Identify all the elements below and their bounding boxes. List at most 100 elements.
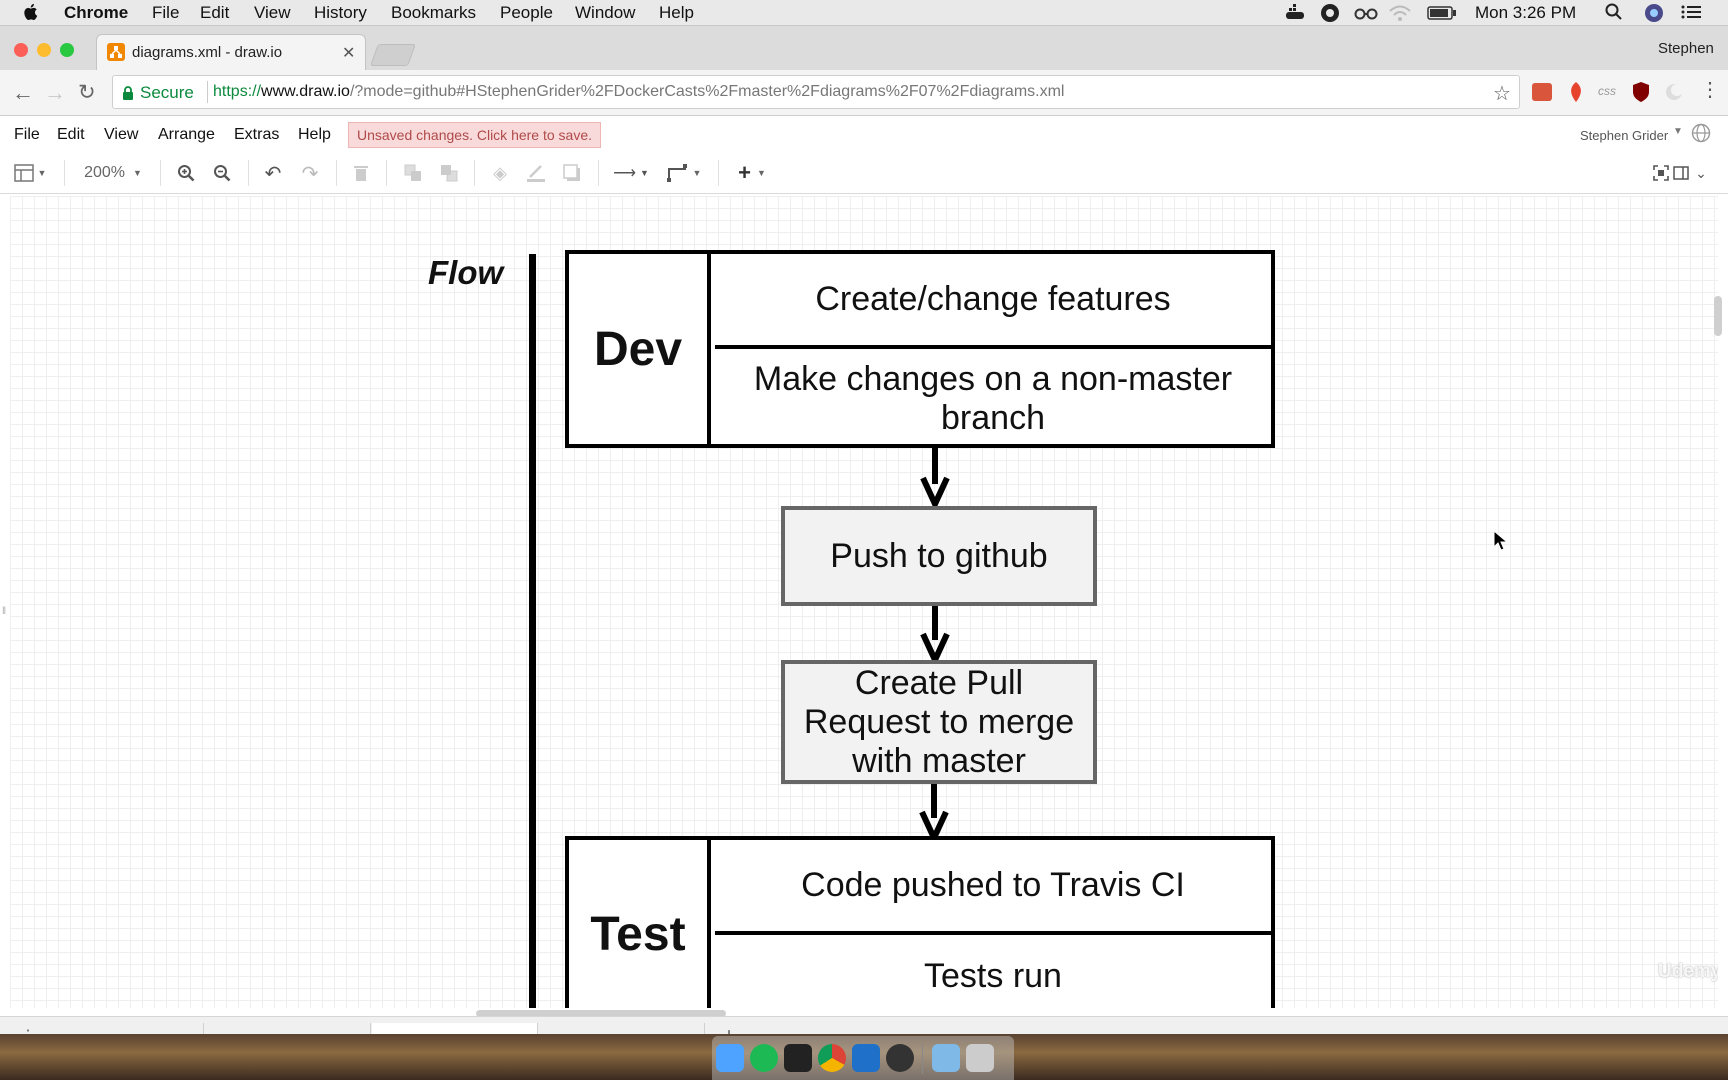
- fill-color-icon[interactable]: ◈: [489, 162, 511, 184]
- test-stage-block[interactable]: Test Code pushed to Travis CI Tests run: [565, 836, 1275, 1008]
- unsaved-changes-banner[interactable]: Unsaved changes. Click here to save.: [348, 122, 602, 148]
- extension-moon-icon[interactable]: [1664, 82, 1684, 107]
- ublock-shield-icon[interactable]: [1632, 81, 1650, 108]
- spotlight-search-icon[interactable]: [1605, 3, 1623, 26]
- secure-label: Secure: [140, 83, 194, 102]
- chrome-dock-icon[interactable]: [818, 1044, 846, 1072]
- redo-icon[interactable]: ↷: [299, 162, 321, 185]
- vscode-icon[interactable]: [852, 1044, 880, 1072]
- drawio-toolbar: ▼ 200% ▼ ↶ ↷ ◈ ⟶ ▼ ▼ + ▼ ⌄: [0, 154, 1728, 194]
- menu-edit[interactable]: Edit: [200, 3, 229, 23]
- finder-icon[interactable]: [716, 1044, 744, 1072]
- app-name-chrome[interactable]: Chrome: [64, 3, 128, 23]
- delete-trash-icon[interactable]: [350, 162, 372, 184]
- undo-icon[interactable]: ↶: [262, 162, 284, 185]
- dev-row-non-master-branch[interactable]: Make changes on a non-master branch: [715, 353, 1271, 444]
- language-globe-icon[interactable]: [1691, 123, 1711, 148]
- vertical-scrollbar[interactable]: [1714, 296, 1722, 336]
- format-panel-toggle-icon[interactable]: ▼: [12, 162, 48, 184]
- url-host: www.draw.io: [261, 83, 350, 100]
- bookmark-star-icon[interactable]: ☆: [1493, 81, 1511, 106]
- insert-plus-dropdown[interactable]: + ▼: [732, 160, 772, 185]
- udemy-watermark: Udemy: [1658, 961, 1718, 982]
- zoom-level-dropdown[interactable]: 200% ▼: [80, 162, 146, 184]
- shadow-icon[interactable]: [561, 162, 583, 184]
- user-name[interactable]: Stephen Grider: [1580, 128, 1668, 143]
- menu-people[interactable]: People: [500, 3, 553, 23]
- tab-close-icon[interactable]: ✕: [342, 43, 355, 63]
- mouse-cursor-icon: [1493, 530, 1509, 551]
- battery-icon[interactable]: [1427, 5, 1457, 26]
- app-menu-view[interactable]: View: [104, 126, 138, 144]
- arrow-dev-to-push[interactable]: [920, 448, 950, 510]
- clock[interactable]: Mon 3:26 PM: [1475, 3, 1576, 23]
- menu-file[interactable]: File: [152, 3, 179, 23]
- menu-view[interactable]: View: [254, 3, 291, 23]
- create-pull-request-box[interactable]: Create Pull Request to merge with master: [781, 660, 1097, 784]
- siri-icon[interactable]: [1644, 3, 1664, 28]
- collapse-toolbar-icon[interactable]: ⌄: [1692, 162, 1710, 184]
- connection-style-dropdown[interactable]: ⟶ ▼: [612, 162, 650, 184]
- toolbar-separator: [598, 160, 599, 186]
- dev-row-create-change-features[interactable]: Create/change features: [715, 254, 1271, 349]
- app-menu-edit[interactable]: Edit: [57, 126, 85, 144]
- maximize-window-button[interactable]: [60, 43, 74, 57]
- url-omnibox[interactable]: Secure https://www.draw.io/?mode=github#…: [112, 75, 1520, 109]
- app-menu-file[interactable]: File: [14, 126, 40, 144]
- push-to-github-box[interactable]: Push to github: [781, 506, 1097, 606]
- chrome-menu-icon[interactable]: ⋮: [1700, 79, 1720, 101]
- css-extension-icon[interactable]: css: [1598, 84, 1616, 98]
- docker-icon[interactable]: [1284, 4, 1306, 27]
- profile-name[interactable]: Stephen: [1658, 40, 1714, 57]
- spotify-icon[interactable]: [750, 1044, 778, 1072]
- arrow-push-to-pr[interactable]: [920, 606, 950, 664]
- reload-icon[interactable]: ↻: [78, 80, 96, 105]
- test-stage-label: Test: [569, 840, 711, 1008]
- trash-icon[interactable]: [966, 1044, 994, 1072]
- dev-stage-block[interactable]: Dev Create/change features Make changes …: [565, 250, 1275, 448]
- arrow-pr-to-test[interactable]: [919, 784, 949, 842]
- url-divider: [207, 81, 208, 103]
- test-row-code-pushed-travis[interactable]: Code pushed to Travis CI: [715, 840, 1271, 935]
- line-color-icon[interactable]: [525, 162, 547, 184]
- test-row-tests-run[interactable]: Tests run: [715, 956, 1271, 996]
- chrome-window: diagrams.xml - draw.io ✕ Stephen ← → ↻ S…: [0, 26, 1728, 1060]
- brave-extension-icon[interactable]: [1568, 81, 1584, 108]
- menu-help[interactable]: Help: [659, 3, 694, 23]
- zoom-in-icon[interactable]: [175, 162, 197, 184]
- menu-bookmarks[interactable]: Bookmarks: [391, 3, 476, 23]
- zoom-out-icon[interactable]: [211, 162, 233, 184]
- app-menu-extras[interactable]: Extras: [234, 126, 279, 144]
- new-tab-button[interactable]: [369, 44, 417, 66]
- app-menu-help[interactable]: Help: [298, 126, 331, 144]
- obs-dock-icon[interactable]: [886, 1044, 914, 1072]
- lastpass-extension-icon[interactable]: [1532, 83, 1552, 101]
- obs-icon[interactable]: [1320, 3, 1340, 28]
- wifi-icon[interactable]: [1388, 4, 1412, 27]
- glasses-icon[interactable]: [1354, 5, 1378, 25]
- close-window-button[interactable]: [14, 43, 28, 57]
- toolbar-separator: [386, 160, 387, 186]
- to-front-icon[interactable]: [402, 162, 424, 184]
- waypoints-dropdown[interactable]: ▼: [664, 162, 704, 184]
- browser-tab-active[interactable]: diagrams.xml - draw.io ✕: [96, 34, 366, 70]
- minimize-window-button[interactable]: [37, 43, 51, 57]
- downloads-folder-icon[interactable]: [932, 1044, 960, 1072]
- diagram-canvas[interactable]: Flow Dev Create/change features Make cha…: [10, 196, 1718, 1008]
- to-back-icon[interactable]: [438, 162, 460, 184]
- notification-center-icon[interactable]: [1680, 4, 1702, 25]
- fit-window-icon[interactable]: [1652, 162, 1670, 184]
- flow-label[interactable]: Flow: [428, 254, 503, 292]
- forward-arrow-icon[interactable]: →: [44, 80, 66, 106]
- user-dropdown-icon[interactable]: ▼: [1673, 126, 1683, 137]
- sidebar-collapse-handle[interactable]: ‖: [2, 606, 6, 617]
- back-arrow-icon[interactable]: ←: [12, 80, 34, 106]
- toolbar-separator: [336, 160, 337, 186]
- dev-stage-label: Dev: [569, 254, 711, 444]
- menu-history[interactable]: History: [314, 3, 367, 23]
- menu-window[interactable]: Window: [575, 3, 635, 23]
- terminal-icon[interactable]: [784, 1044, 812, 1072]
- toggle-format-panel-icon[interactable]: [1672, 162, 1690, 184]
- app-menu-arrange[interactable]: Arrange: [158, 126, 215, 144]
- flow-swimlane-line[interactable]: [529, 254, 536, 1008]
